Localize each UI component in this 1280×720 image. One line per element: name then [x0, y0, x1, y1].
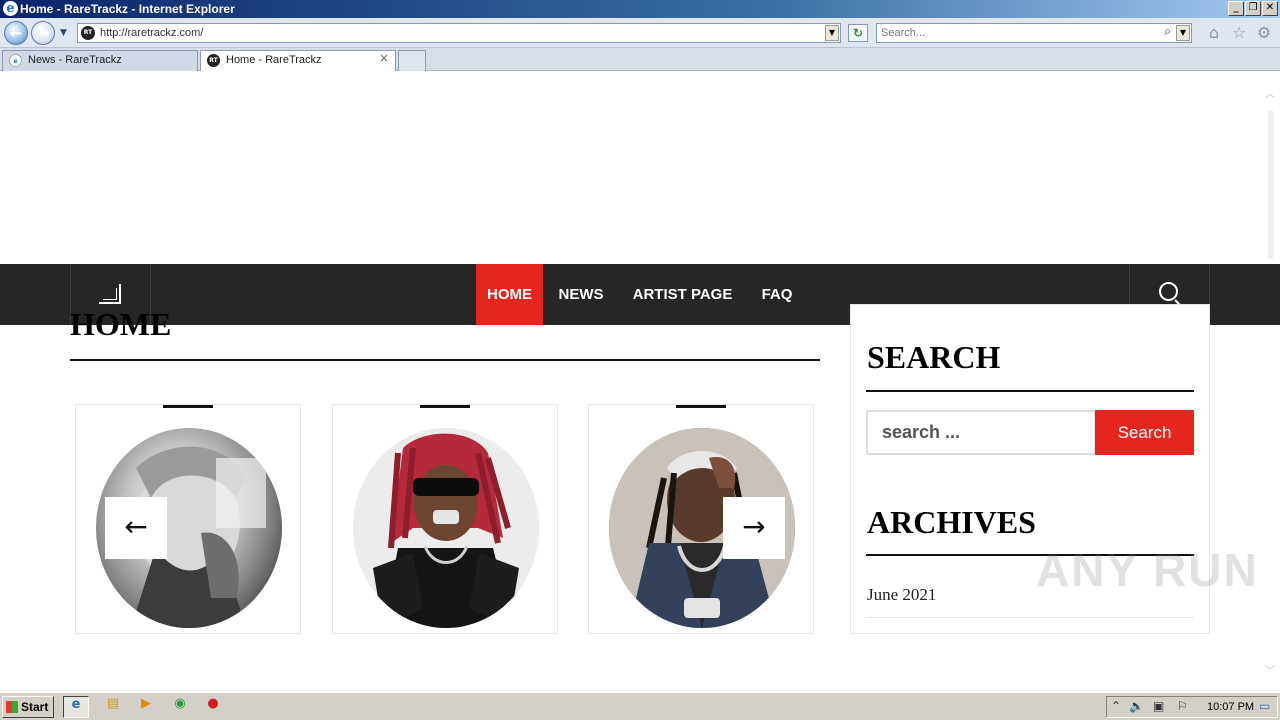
sidebar-search-input[interactable]: search ...: [866, 410, 1096, 455]
address-bar[interactable]: RT http://raretrackz.com/ ▼: [77, 23, 841, 43]
close-window-button[interactable]: ✕: [1262, 1, 1278, 16]
taskbar: Start e ▤ ▶ ◉ ● ⌃ 🔈 ▣ ⚐ 10:07 PM ▭: [0, 692, 1280, 720]
tab-strip: e News - RareTrackz RT Home - RareTrackz…: [0, 48, 1280, 71]
title-divider: [70, 359, 820, 361]
clock[interactable]: 10:07 PM: [1207, 697, 1254, 717]
nav-news[interactable]: NEWS: [547, 264, 615, 325]
volume-icon[interactable]: 🔈: [1129, 699, 1144, 713]
close-tab-icon[interactable]: ×: [379, 51, 389, 65]
new-tab-button[interactable]: [398, 50, 426, 71]
menu-toggle-icon: [99, 284, 121, 304]
tab-label: Home - RareTrackz: [226, 54, 322, 66]
search-widget-title: SEARCH: [867, 339, 1001, 375]
search-dropdown-icon[interactable]: ▼: [1176, 25, 1190, 41]
address-url[interactable]: http://raretrackz.com/: [100, 24, 203, 42]
media-player-taskbar-icon[interactable]: ▶: [133, 696, 159, 718]
system-tray: ⌃ 🔈 ▣ ⚐ 10:07 PM ▭: [1106, 696, 1278, 718]
browser-search-input[interactable]: Search... ⌕ ▼: [876, 23, 1192, 43]
scrollbar-thumb[interactable]: [1268, 111, 1274, 259]
widget-divider: [866, 390, 1194, 392]
window-title: Home - RareTrackz - Internet Explorer: [20, 2, 235, 16]
tab-news[interactable]: e News - RareTrackz: [2, 50, 198, 71]
carousel-prev-button[interactable]: ←: [105, 497, 167, 559]
carousel-next-button[interactable]: →: [723, 497, 785, 559]
tray-expand-icon[interactable]: ⌃: [1111, 699, 1121, 713]
home-icon[interactable]: ⌂: [1205, 24, 1223, 42]
forward-button[interactable]: →: [31, 21, 55, 45]
flag-icon[interactable]: ⚐: [1177, 699, 1188, 713]
carousel-card[interactable]: [332, 404, 558, 634]
opera-taskbar-icon[interactable]: ●: [200, 696, 226, 718]
screen: e Home - RareTrackz - Internet Explorer …: [0, 0, 1280, 720]
vertical-scrollbar[interactable]: ︿ ﹀: [1262, 71, 1280, 691]
nav-home[interactable]: HOME: [476, 264, 543, 325]
nav-faq[interactable]: FAQ: [750, 264, 804, 325]
scroll-down-icon[interactable]: ﹀: [1265, 662, 1275, 677]
windows-logo-icon: [6, 701, 18, 713]
favorites-icon[interactable]: ☆: [1230, 24, 1248, 42]
artist-photo-2[interactable]: [353, 428, 539, 628]
start-button[interactable]: Start: [2, 696, 54, 718]
chrome-taskbar-icon[interactable]: ◉: [167, 696, 193, 718]
ie-taskbar-icon[interactable]: e: [63, 696, 89, 718]
browser-toolbar: ← → ▼ RT http://raretrackz.com/ ▼ ↻ Sear…: [0, 18, 1280, 48]
archives-widget-title: ARCHIVES: [867, 504, 1036, 540]
tab-home[interactable]: RT Home - RareTrackz ×: [200, 50, 396, 71]
page-title: HOME: [70, 306, 172, 342]
refresh-button[interactable]: ↻: [848, 24, 868, 42]
explorer-taskbar-icon[interactable]: ▤: [100, 696, 126, 718]
browser-search-placeholder: Search...: [881, 27, 926, 39]
archive-link[interactable]: June 2021: [867, 585, 936, 605]
restore-button[interactable]: ❐: [1245, 1, 1261, 16]
nav-artist-page[interactable]: ARTIST PAGE: [620, 264, 745, 325]
network-icon[interactable]: ▣: [1153, 699, 1164, 713]
tools-icon[interactable]: ⚙: [1255, 24, 1273, 42]
ie-tab-icon: e: [9, 54, 22, 67]
show-desktop-icon[interactable]: ▭: [1259, 699, 1270, 713]
site-favicon-icon: RT: [207, 54, 220, 67]
address-dropdown-icon[interactable]: ▼: [825, 25, 839, 41]
scroll-up-icon[interactable]: ︿: [1265, 85, 1275, 100]
tab-label: News - RareTrackz: [28, 54, 122, 66]
window-titlebar: e Home - RareTrackz - Internet Explorer …: [0, 0, 1280, 18]
back-button[interactable]: ←: [4, 21, 28, 45]
sidebar-search-button[interactable]: Search: [1095, 410, 1194, 455]
minimize-button[interactable]: _: [1228, 1, 1244, 16]
watermark: ANY RUN: [1036, 544, 1259, 596]
start-label: Start: [21, 700, 49, 714]
search-icon[interactable]: ⌕: [1164, 24, 1171, 39]
site-favicon-icon: RT: [81, 26, 95, 40]
history-dropdown-icon[interactable]: ▼: [60, 28, 67, 38]
ie-logo-icon: e: [3, 1, 18, 16]
